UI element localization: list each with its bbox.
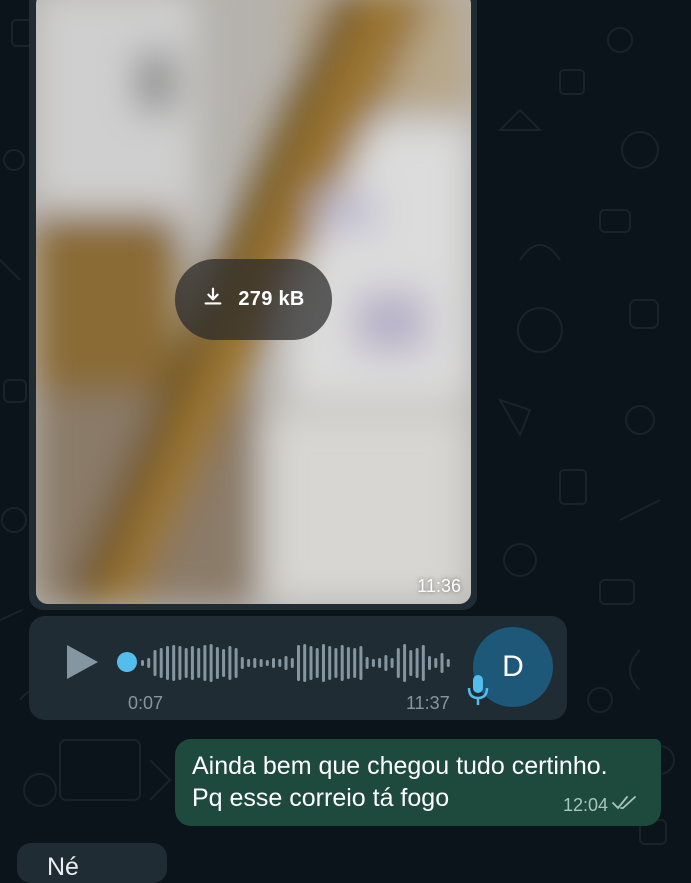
double-check-icon (612, 795, 638, 816)
waveform-bar (153, 650, 157, 676)
microphone-icon (466, 673, 490, 707)
download-button[interactable]: 279 kB (175, 259, 332, 340)
waveform-bar (322, 644, 325, 682)
waveform-bar (378, 658, 382, 668)
waveform-bar (184, 648, 188, 678)
waveform-bar (415, 648, 419, 678)
outgoing-message-meta: 12:04 (563, 795, 638, 816)
waveform-bar (359, 646, 363, 680)
waveform-bar (215, 647, 219, 679)
waveform-bar (353, 648, 357, 678)
waveform-bar (403, 644, 407, 682)
waveform-bar (396, 648, 400, 678)
waveform-bar (197, 648, 201, 678)
outgoing-timestamp: 12:04 (563, 795, 609, 815)
waveform-bar (234, 648, 238, 678)
waveform-bar (440, 653, 444, 673)
waveform-bar (328, 646, 332, 680)
audio-scrubber-handle[interactable] (117, 652, 137, 672)
audio-duration: 0:07 (128, 693, 164, 713)
waveform-bar (265, 660, 269, 666)
waveform-bar (384, 655, 388, 671)
waveform-bar (297, 645, 300, 681)
waveform-bar (284, 656, 288, 670)
play-icon[interactable] (64, 643, 100, 681)
media-timestamp: 11:36 (417, 576, 461, 596)
waveform-bar (172, 645, 176, 681)
waveform-bar (147, 658, 151, 668)
file-size: 279 kB (238, 288, 305, 310)
waveform-bar (371, 659, 375, 667)
waveform-bar (240, 657, 244, 669)
waveform-bar (209, 644, 213, 682)
waveform-bar (334, 648, 338, 678)
waveform-bar (446, 659, 450, 667)
waveform-bar (428, 656, 431, 670)
waveform-bar (159, 648, 163, 678)
incoming-message-bubble[interactable]: Né (17, 843, 167, 883)
waveform-bar (253, 658, 257, 668)
waveform-bar (178, 646, 182, 680)
waveform-bar (222, 649, 226, 677)
incoming-message-text: Né (47, 853, 79, 881)
waveform-bar (166, 646, 169, 680)
waveform-bar (434, 658, 438, 668)
waveform-bar (303, 644, 307, 682)
waveform-bar (421, 645, 425, 681)
waveform-bar (346, 647, 350, 679)
waveform-bar (315, 648, 319, 678)
waveform-bar (203, 645, 207, 681)
waveform-bar (309, 646, 313, 680)
waveform-bar (247, 659, 251, 667)
waveform-bar (272, 658, 275, 668)
waveform-bar (259, 659, 263, 667)
waveform-bar (340, 645, 344, 681)
message-line: Ainda bem que chegou tudo certinho. (192, 752, 608, 780)
audio-timestamp: 11:37 (406, 693, 450, 713)
waveform-bar (141, 660, 144, 666)
avatar-initial: D (502, 650, 524, 683)
waveform-bar (228, 646, 232, 680)
waveform-bar (190, 646, 194, 680)
waveform-bar (365, 657, 369, 669)
download-icon (202, 286, 224, 313)
waveform-bar (409, 650, 413, 676)
audio-waveform[interactable] (140, 637, 452, 689)
waveform-bar (390, 658, 394, 668)
waveform-bar (290, 658, 294, 668)
waveform-bar (278, 659, 282, 667)
